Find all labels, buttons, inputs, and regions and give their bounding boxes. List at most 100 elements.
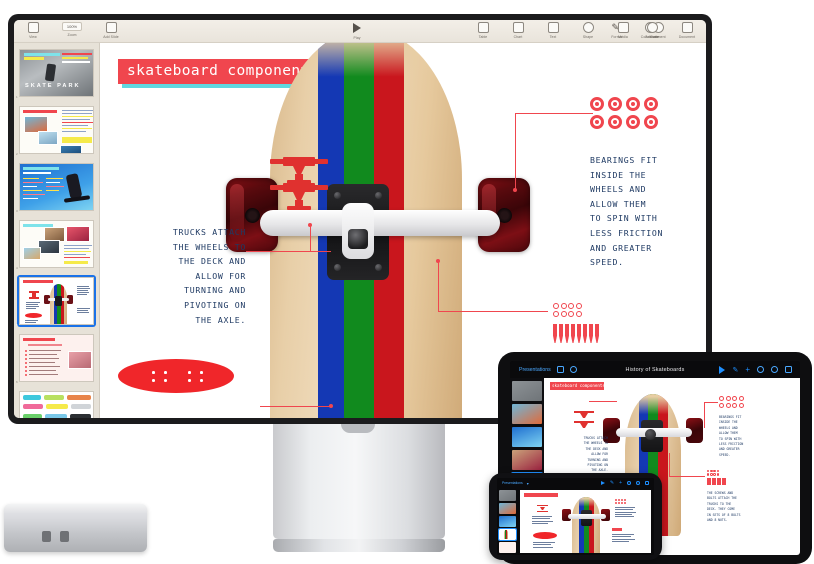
nut-icon — [553, 310, 559, 317]
deck-hole — [152, 379, 155, 382]
ipad-pivot — [645, 429, 656, 440]
bolt-icon — [571, 324, 575, 343]
ipad-thumbnail[interactable] — [512, 450, 542, 470]
format-brush-icon[interactable]: ✎ — [732, 366, 738, 374]
iphone-thumbnail[interactable] — [498, 516, 516, 527]
more-icon[interactable] — [636, 481, 640, 485]
toolbar-text-label: Text — [549, 35, 557, 39]
baseplate-bolt — [375, 264, 382, 271]
document-icon[interactable] — [645, 481, 649, 485]
nut-icon — [568, 310, 574, 317]
play-icon[interactable] — [600, 481, 605, 485]
toolbar-play-button[interactable]: Play — [344, 22, 370, 40]
navigator-slide-2[interactable]: 2 — [16, 104, 96, 156]
screenshot-stage: View 100% Zoom Add Slide Play Table Char… — [0, 0, 814, 564]
iphone-thumbnail-selected[interactable] — [497, 528, 517, 541]
toolbar-format-button[interactable]: ✎ Format — [604, 22, 630, 39]
slide-thumbnail — [19, 391, 94, 418]
text-icon — [547, 22, 559, 33]
ipad-thumbnail[interactable] — [512, 427, 542, 447]
connector-screws — [438, 311, 548, 312]
play-icon[interactable] — [719, 365, 726, 374]
bearing-icon — [590, 115, 604, 129]
callout-dot-bearing — [513, 188, 517, 192]
bearings-illustration[interactable] — [590, 97, 658, 129]
bolts-illustration[interactable] — [553, 324, 599, 343]
insert-icon[interactable]: + — [619, 480, 622, 486]
nut-icon — [560, 303, 567, 309]
collaborate-icon[interactable] — [757, 366, 764, 373]
toolbar-animate-button[interactable]: Animate — [639, 22, 665, 39]
iphone-screen: Presentations ▾ ✎ + — [497, 478, 654, 555]
ipad-slide-title: skateboard components — [552, 383, 605, 388]
iphone-thumbnail[interactable] — [498, 503, 516, 514]
animate-icon — [646, 22, 658, 33]
toolbar-text-button[interactable]: Text — [540, 22, 566, 39]
bearing-icon — [644, 97, 658, 111]
iphone-truck-icon — [537, 505, 548, 507]
toolbar-document-label: Document — [678, 35, 696, 39]
nut-icon — [575, 310, 582, 317]
bearing-icon — [608, 97, 622, 111]
deck-nose-fade — [270, 43, 462, 121]
truck-illustration-top[interactable] — [270, 157, 328, 184]
insert-icon[interactable]: + — [745, 366, 750, 374]
callout-bearings-text[interactable]: BEARINGS FIT INSIDE THE WHEELS AND ALLOW… — [590, 153, 663, 270]
connector-bearings — [515, 113, 593, 114]
toolbar-zoom-control[interactable]: 100% Zoom — [55, 22, 89, 39]
toolbar-right-group: ✎ Format Animate Document — [604, 22, 700, 39]
baseplate-bolt — [375, 192, 382, 199]
slide-navigator[interactable]: SKATE PARK 1 2 3 4 5 6 — [14, 43, 100, 418]
ipad-thumbnail[interactable] — [512, 381, 542, 401]
connector-screws-vertical — [438, 261, 439, 311]
nuts-illustration[interactable] — [553, 303, 582, 317]
toolbar-chart-button[interactable]: Chart — [505, 22, 531, 39]
iphone-back-button[interactable]: Presentations — [497, 481, 523, 485]
table-icon — [477, 22, 489, 33]
zoom-value[interactable]: 100% — [61, 22, 83, 31]
toolbar-shape-button[interactable]: Shape — [575, 22, 601, 39]
chart-icon — [512, 22, 524, 33]
toolbar-table-button[interactable]: Table — [470, 22, 496, 39]
toolbar-add-slide-button[interactable]: Add Slide — [98, 22, 124, 39]
mac-mini-top — [4, 504, 147, 513]
more-icon[interactable] — [771, 366, 778, 373]
callout-trucks-text[interactable]: TRUCKS ATTACH THE WHEELS TO THE DECK AND… — [122, 225, 246, 327]
deck-hole — [164, 379, 167, 382]
bolt-icon — [595, 324, 599, 343]
callout-dot-deck — [329, 404, 333, 408]
display-stand-notch — [341, 424, 375, 433]
bolt-icon — [589, 324, 593, 343]
toolbar-view-button[interactable]: View — [20, 22, 46, 39]
navigator-slide-7[interactable]: 7 — [17, 389, 96, 418]
iphone-thumbnail[interactable] — [498, 490, 516, 501]
iphone-thumbnail[interactable] — [498, 542, 516, 553]
ipad-toolbar-right: ✎ + — [719, 365, 792, 374]
truck-illustration-bottom[interactable] — [270, 183, 328, 210]
document-icon — [681, 22, 693, 33]
slide-thumbnail — [19, 334, 94, 382]
iphone-slide-navigator[interactable] — [497, 488, 517, 555]
truck-hanger[interactable] — [260, 210, 500, 236]
iphone-slide-canvas[interactable] — [520, 490, 651, 553]
iphone-deck-illustration — [533, 532, 557, 539]
iphone-callout-screws — [612, 534, 636, 543]
navigator-slide-5[interactable]: 5 — [16, 275, 96, 327]
iphone-bolts — [612, 528, 622, 531]
deck-illustration[interactable] — [118, 359, 234, 393]
ipad-toolbar: Presentations History of Skateboards ✎ + — [510, 361, 800, 378]
chevron-down-icon[interactable]: ▾ — [523, 481, 529, 486]
collaborate-icon[interactable] — [627, 481, 631, 485]
navigator-slide-6[interactable]: 6 — [16, 332, 96, 384]
navigator-slide-1[interactable]: SKATE PARK 1 — [16, 47, 96, 99]
navigator-slide-4[interactable]: 4 — [16, 218, 96, 270]
ipad-thumbnail[interactable] — [512, 404, 542, 424]
document-icon[interactable] — [785, 366, 792, 373]
wheel-hub — [244, 207, 260, 223]
slide-number: 5 — [16, 323, 18, 327]
toolbar-document-button[interactable]: Document — [674, 22, 700, 39]
ipad-callout-screws: THE SCREWS AND BOLTS ATTACH THE TRUCKS T… — [707, 491, 741, 523]
format-brush-icon[interactable]: ✎ — [610, 480, 614, 486]
connector-deck — [260, 406, 332, 407]
navigator-slide-3[interactable]: 3 — [16, 161, 96, 213]
